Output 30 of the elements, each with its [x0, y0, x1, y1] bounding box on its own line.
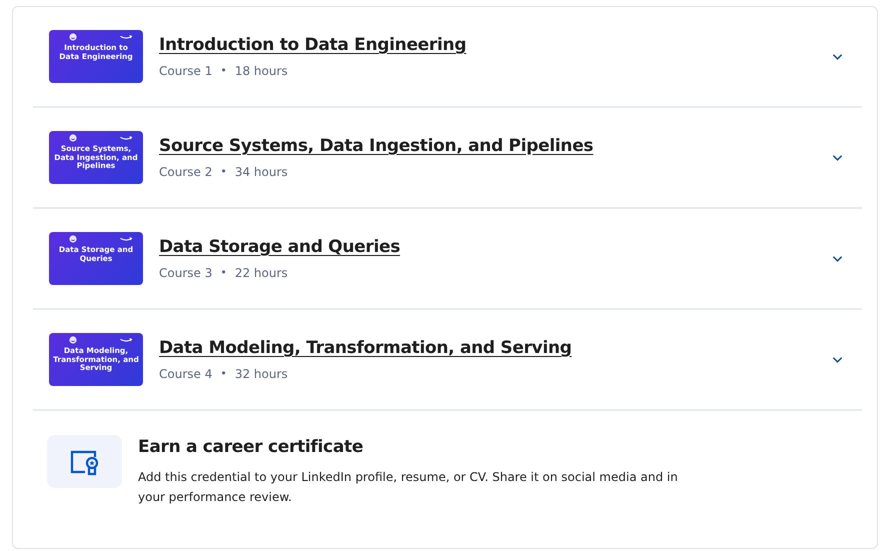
course-number: Course 4	[159, 367, 212, 381]
separator: •	[220, 64, 227, 78]
separator: •	[220, 367, 227, 381]
chevron-icon	[832, 154, 842, 162]
smiley-logo-icon	[69, 134, 77, 142]
course-number: Course 2	[159, 165, 212, 179]
smiley-logo-icon	[69, 336, 77, 344]
course-duration: 18 hours	[234, 64, 288, 78]
course-title-link[interactable]: Data Storage and Queries	[159, 237, 400, 257]
course-duration: 32 hours	[234, 367, 288, 381]
course-title-link[interactable]: Data Modeling, Transformation, and Serving	[159, 338, 572, 358]
separator: •	[220, 165, 227, 179]
smiley-logo-icon	[69, 235, 77, 243]
course-title-link[interactable]: Introduction to Data Engineering	[159, 35, 466, 55]
chevron-icon	[832, 254, 842, 262]
chevron-icon	[832, 356, 842, 364]
course-duration: 34 hours	[234, 165, 288, 179]
certificate-heading: Earn a career certificate	[138, 437, 364, 457]
smiley-logo-icon	[69, 33, 77, 41]
course-number: Course 1	[159, 64, 212, 78]
swoosh-logo-icon	[119, 336, 133, 344]
separator: •	[220, 266, 227, 280]
swoosh-logo-icon	[119, 33, 133, 41]
swoosh-logo-icon	[119, 134, 133, 142]
swoosh-logo-icon	[119, 235, 133, 243]
course-title-link[interactable]: Source Systems, Data Ingestion, and Pipelines	[159, 136, 594, 156]
course-duration: 22 hours	[234, 266, 288, 280]
chevron-icon	[832, 52, 842, 60]
course-number: Course 3	[159, 266, 212, 280]
certificate-description: Add this credential to your LinkedIn profile, resume, or CV. Share it on social media and in your performance review.	[138, 469, 679, 506]
